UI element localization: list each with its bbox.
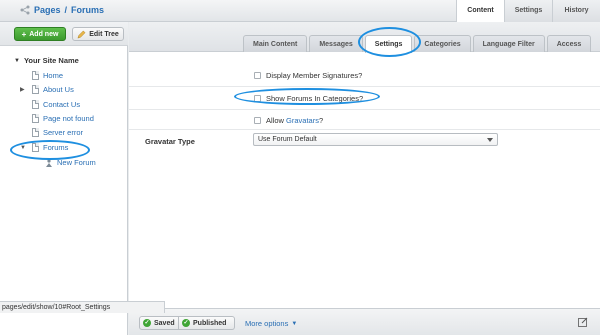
- tab-messages[interactable]: Messages: [309, 35, 363, 52]
- check-icon: ✓: [182, 319, 190, 327]
- tab-main-content[interactable]: Main Content: [243, 35, 308, 52]
- tab-categories[interactable]: Categories: [414, 35, 471, 52]
- more-options-button[interactable]: More options ▼: [245, 319, 297, 328]
- top-bar: Pages / Forums Content Settings History: [0, 0, 600, 23]
- share-icon: [20, 5, 30, 15]
- saved-button[interactable]: ✓ Saved: [139, 316, 179, 330]
- show-forums-in-categories-checkbox[interactable]: [254, 95, 261, 102]
- tree-item-label: New Forum: [57, 158, 96, 167]
- show-forums-in-categories-label: Show Forums In Categories?: [266, 94, 364, 103]
- more-options-label: More options: [245, 319, 289, 328]
- tree-item-label: Contact Us: [43, 100, 81, 109]
- main-panel: Main Content Messages Settings Categorie…: [129, 22, 600, 335]
- page-icon: [32, 100, 39, 109]
- tree-root[interactable]: ▼ Your Site Name: [14, 56, 79, 65]
- allow-gravatars-label: Allow Gravatars?: [266, 116, 323, 125]
- add-new-label: Add new: [29, 30, 59, 38]
- page-icon: [32, 71, 39, 80]
- expand-down-icon: ▼: [14, 57, 20, 64]
- gravatar-type-label: Gravatar Type: [145, 137, 195, 146]
- tree-item-new-forum[interactable]: New Forum: [45, 158, 96, 167]
- tree-toolbar: + Add new Edit Tree: [0, 22, 128, 46]
- gravatars-link[interactable]: Gravatars: [286, 116, 319, 125]
- tree-item-label: About Us: [43, 85, 74, 94]
- published-label: Published: [193, 319, 227, 327]
- tree-item-about-us[interactable]: About Us: [32, 85, 74, 94]
- site-name: Your Site Name: [23, 56, 79, 65]
- page-icon: [32, 128, 39, 137]
- settings-row: Display Member Signatures?: [129, 62, 600, 87]
- edit-tree-label: Edit Tree: [89, 30, 119, 38]
- published-button[interactable]: ✓ Published: [179, 316, 235, 330]
- site-tree-panel: + Add new Edit Tree ▼ Your Site Name Hom…: [0, 22, 128, 335]
- settings-row: Show Forums In Categories?: [129, 87, 600, 110]
- tree-item-server-error[interactable]: Server error: [32, 128, 83, 137]
- page-icon: [32, 85, 39, 94]
- breadcrumb-pages-link[interactable]: Pages: [34, 5, 61, 15]
- tab-content[interactable]: Content: [456, 0, 504, 23]
- status-url: pages/edit/show/10#Root_Settings: [0, 301, 165, 313]
- breadcrumb-separator: /: [64, 5, 68, 15]
- settings-row: Allow Gravatars?: [129, 110, 600, 130]
- display-signatures-option[interactable]: Display Member Signatures?: [254, 71, 362, 80]
- gravatar-type-value: Use Forum Default: [258, 136, 317, 143]
- forum-icon: [46, 158, 52, 167]
- allow-suffix: ?: [318, 116, 324, 125]
- tree-item-label: Forums: [43, 143, 69, 152]
- check-icon: ✓: [143, 319, 151, 327]
- tree-item-home[interactable]: Home: [32, 71, 63, 80]
- breadcrumb: Pages / Forums: [20, 5, 104, 15]
- top-tabs: Content Settings History: [456, 0, 600, 23]
- tree-item-label: Home: [43, 71, 64, 80]
- chevron-down-icon: ▼: [291, 320, 298, 327]
- tree-item-forums[interactable]: Forums: [32, 143, 68, 152]
- edit-icon[interactable]: [578, 317, 588, 327]
- tab-history[interactable]: History: [552, 0, 600, 22]
- saved-label: Saved: [154, 319, 175, 327]
- breadcrumb-current: Forums: [71, 5, 105, 15]
- bottom-action-bar: ✓ Saved ✓ Published More options ▼: [129, 308, 600, 335]
- tree-item-contact-us[interactable]: Contact Us: [32, 100, 80, 109]
- add-new-button[interactable]: + Add new: [14, 27, 66, 41]
- tree-item-label: Page not found: [43, 114, 94, 123]
- page-icon: [32, 143, 39, 152]
- page-icon: [32, 114, 39, 123]
- tab-settings[interactable]: Settings: [504, 0, 552, 22]
- show-forums-in-categories-option[interactable]: Show Forums In Categories?: [254, 94, 363, 103]
- display-signatures-checkbox[interactable]: [254, 72, 261, 79]
- allow-gravatars-checkbox[interactable]: [254, 117, 261, 124]
- chevron-down-icon: [487, 138, 493, 142]
- display-signatures-label: Display Member Signatures?: [266, 71, 363, 80]
- gravatar-type-select[interactable]: Use Forum Default: [253, 133, 498, 146]
- edit-tree-button[interactable]: Edit Tree: [72, 27, 124, 41]
- tree-item-label: Server error: [43, 128, 84, 137]
- expand-down-icon[interactable]: ▼: [20, 145, 26, 151]
- tree-item-page-not-found[interactable]: Page not found: [32, 114, 94, 123]
- tab-settings[interactable]: Settings: [364, 35, 413, 53]
- tab-language-filter[interactable]: Language Filter: [472, 35, 545, 52]
- plus-icon: +: [21, 29, 27, 39]
- main-tab-bar: Main Content Messages Settings Categorie…: [129, 22, 600, 53]
- expand-right-icon[interactable]: ▶: [20, 86, 25, 93]
- allow-gravatars-option[interactable]: Allow Gravatars?: [254, 116, 323, 125]
- allow-prefix: Allow: [266, 116, 284, 125]
- sub-tabs: Main Content Messages Settings Categorie…: [243, 35, 592, 53]
- pencil-icon: [77, 30, 86, 38]
- tab-access[interactable]: Access: [546, 35, 592, 52]
